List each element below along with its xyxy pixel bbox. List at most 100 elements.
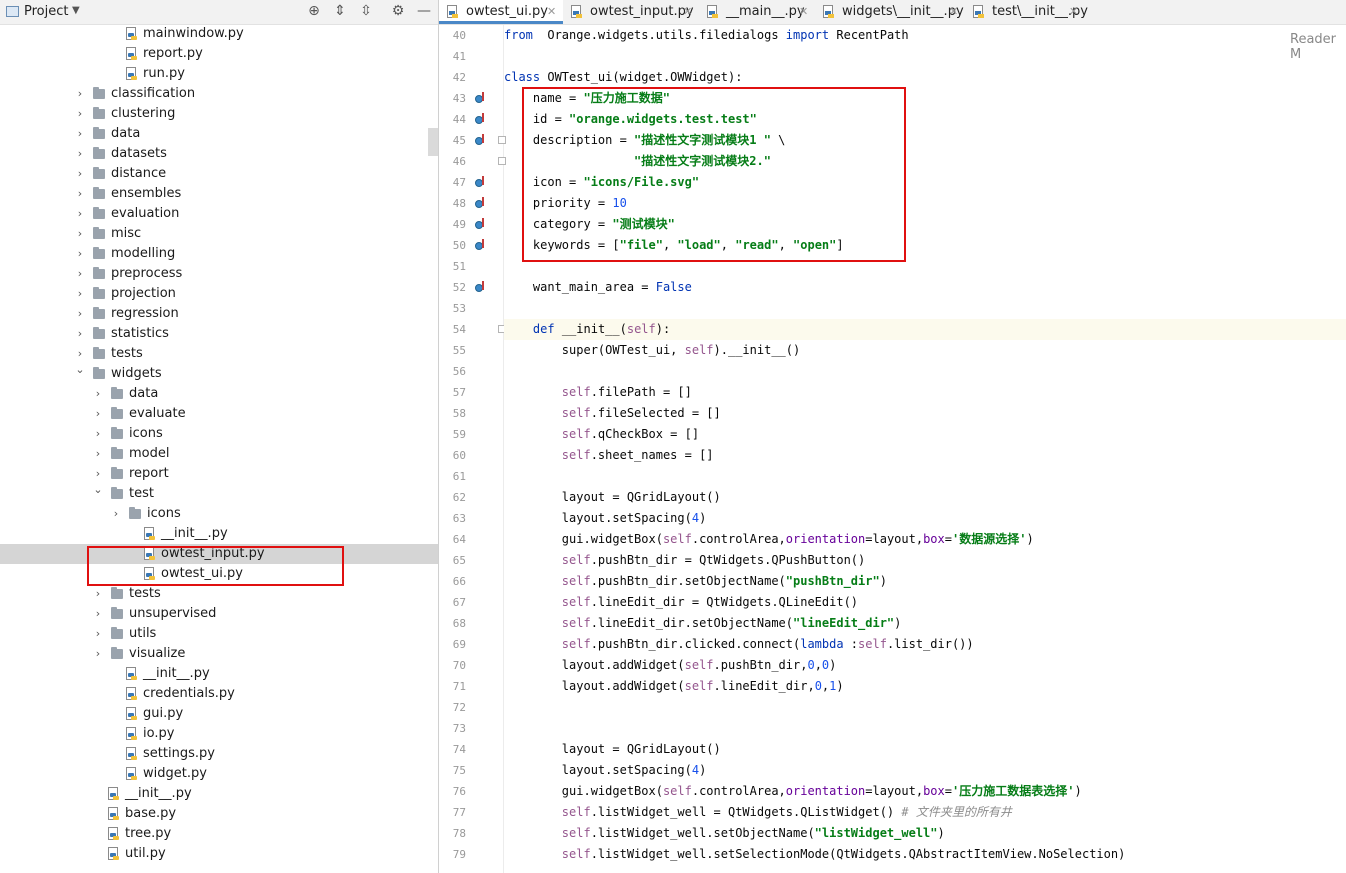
tree-file[interactable]: run.py <box>0 64 438 84</box>
tree-folder[interactable]: ⌄ widgets <box>0 363 438 384</box>
tree-file[interactable]: io.py <box>0 724 438 744</box>
code-line[interactable]: category = "测试模块" <box>504 214 1346 235</box>
editor-tab[interactable]: owtest_ui.py ✕ <box>439 0 563 24</box>
tree-file[interactable]: util.py <box>0 844 438 864</box>
chevron-right-icon[interactable]: › <box>75 164 85 184</box>
chevron-right-icon[interactable]: › <box>93 624 103 644</box>
tree-folder[interactable]: › model <box>0 444 438 464</box>
code-line[interactable]: self.qCheckBox = [] <box>504 424 1346 445</box>
code-line[interactable]: name = "压力施工数据" <box>504 88 1346 109</box>
chevron-right-icon[interactable]: › <box>75 284 85 304</box>
code-line[interactable]: description = "描述性文字测试模块1 " \ <box>504 130 1346 151</box>
reader-mode-label[interactable]: Reader M <box>1290 32 1346 62</box>
hide-panel-icon[interactable]: — <box>415 2 433 20</box>
code-line[interactable]: self.listWidget_well = QtWidgets.QListWi… <box>504 802 1346 823</box>
chevron-down-icon[interactable]: ⌄ <box>93 480 103 500</box>
locate-icon[interactable]: ⊕ <box>305 2 323 20</box>
code-line[interactable]: priority = 10 <box>504 193 1346 214</box>
expand-all-icon[interactable]: ⇕ <box>331 2 349 20</box>
chevron-right-icon[interactable]: › <box>93 384 103 404</box>
tree-folder[interactable]: › utils <box>0 624 438 644</box>
tree-file[interactable]: owtest_input.py <box>0 544 438 564</box>
tree-file[interactable]: __init__.py <box>0 664 438 684</box>
code-line[interactable]: keywords = ["file", "load", "read", "ope… <box>504 235 1346 256</box>
chevron-right-icon[interactable]: › <box>93 584 103 604</box>
override-marker-icon[interactable] <box>475 92 487 104</box>
close-icon[interactable]: ✕ <box>949 0 958 24</box>
editor-tab[interactable]: owtest_input.py ✕ <box>563 0 699 24</box>
code-line[interactable]: self.listWidget_well.setSelectionMode(Qt… <box>504 844 1346 865</box>
chevron-right-icon[interactable]: › <box>75 144 85 164</box>
editor-tab[interactable]: test\__init__.py ✕ <box>965 0 1088 24</box>
chevron-right-icon[interactable]: › <box>75 184 85 204</box>
code-line[interactable]: self.lineEdit_dir = QtWidgets.QLineEdit(… <box>504 592 1346 613</box>
tree-folder[interactable]: › datasets <box>0 144 438 164</box>
chevron-right-icon[interactable]: › <box>75 124 85 144</box>
tree-file[interactable]: owtest_ui.py <box>0 564 438 584</box>
tree-file[interactable]: mainwindow.py <box>0 24 438 44</box>
chevron-right-icon[interactable]: › <box>93 404 103 424</box>
code-line[interactable]: self.filePath = [] <box>504 382 1346 403</box>
code-line[interactable]: layout.addWidget(self.pushBtn_dir,0,0) <box>504 655 1346 676</box>
chevron-right-icon[interactable]: › <box>93 644 103 664</box>
tree-folder[interactable]: › misc <box>0 224 438 244</box>
project-panel-title[interactable]: Project <box>24 4 68 19</box>
tree-folder[interactable]: › clustering <box>0 104 438 124</box>
override-marker-icon[interactable] <box>475 239 487 251</box>
chevron-right-icon[interactable]: › <box>75 304 85 324</box>
code-line[interactable]: self.pushBtn_dir.setObjectName("pushBtn_… <box>504 571 1346 592</box>
tree-folder[interactable]: › preprocess <box>0 264 438 284</box>
chevron-right-icon[interactable]: › <box>75 204 85 224</box>
code-line[interactable]: self.sheet_names = [] <box>504 445 1346 466</box>
code-editor[interactable]: from Orange.widgets.utils.filedialogs im… <box>504 25 1346 873</box>
tree-folder[interactable]: › tests <box>0 344 438 364</box>
code-line[interactable]: from Orange.widgets.utils.filedialogs im… <box>504 25 1346 46</box>
tree-file[interactable]: __init__.py <box>0 524 438 544</box>
chevron-right-icon[interactable]: › <box>75 324 85 344</box>
chevron-down-icon[interactable]: ▼ <box>72 5 80 16</box>
editor-tab[interactable]: widgets\__init__.py ✕ <box>815 0 965 24</box>
tree-folder[interactable]: › evaluation <box>0 204 438 224</box>
tree-folder[interactable]: › statistics <box>0 324 438 344</box>
code-line[interactable]: class OWTest_ui(widget.OWWidget): <box>504 67 1346 88</box>
chevron-right-icon[interactable]: › <box>93 444 103 464</box>
code-line[interactable] <box>504 697 1346 718</box>
tree-folder[interactable]: › data <box>0 384 438 404</box>
code-line[interactable]: self.pushBtn_dir = QtWidgets.QPushButton… <box>504 550 1346 571</box>
tree-folder[interactable]: › tests <box>0 584 438 604</box>
tree-file[interactable]: settings.py <box>0 744 438 764</box>
code-line[interactable]: gui.widgetBox(self.controlArea,orientati… <box>504 781 1346 802</box>
code-line[interactable]: id = "orange.widgets.test.test" <box>504 109 1346 130</box>
chevron-right-icon[interactable]: › <box>75 224 85 244</box>
override-marker-icon[interactable] <box>475 176 487 188</box>
code-line[interactable] <box>504 361 1346 382</box>
chevron-right-icon[interactable]: › <box>75 104 85 124</box>
override-marker-icon[interactable] <box>475 134 487 146</box>
tree-folder[interactable]: › icons <box>0 504 438 524</box>
tree-folder[interactable]: › regression <box>0 304 438 324</box>
code-line[interactable]: layout.addWidget(self.lineEdit_dir,0,1) <box>504 676 1346 697</box>
code-line[interactable] <box>504 46 1346 67</box>
chevron-right-icon[interactable]: › <box>111 504 121 524</box>
collapse-all-icon[interactable]: ⇳ <box>357 2 375 20</box>
tree-folder[interactable]: › ensembles <box>0 184 438 204</box>
close-icon[interactable]: ✕ <box>1069 0 1078 24</box>
code-line[interactable] <box>504 256 1346 277</box>
close-icon[interactable]: ✕ <box>799 0 808 24</box>
code-line[interactable]: layout = QGridLayout() <box>504 487 1346 508</box>
tree-file[interactable]: base.py <box>0 804 438 824</box>
close-icon[interactable]: ✕ <box>683 0 692 24</box>
tree-folder[interactable]: › icons <box>0 424 438 444</box>
code-line[interactable]: self.fileSelected = [] <box>504 403 1346 424</box>
code-line[interactable]: self.listWidget_well.setObjectName("list… <box>504 823 1346 844</box>
chevron-down-icon[interactable]: ⌄ <box>75 360 85 380</box>
code-line[interactable] <box>504 466 1346 487</box>
chevron-right-icon[interactable]: › <box>75 264 85 284</box>
gear-icon[interactable]: ⚙ <box>389 2 407 20</box>
code-line[interactable]: def __init__(self): <box>504 319 1346 340</box>
tree-folder[interactable]: › classification <box>0 84 438 104</box>
chevron-right-icon[interactable]: › <box>93 604 103 624</box>
code-line[interactable]: self.lineEdit_dir.setObjectName("lineEdi… <box>504 613 1346 634</box>
editor-tab[interactable]: __main__.py ✕ <box>699 0 815 24</box>
close-icon[interactable]: ✕ <box>547 0 556 24</box>
